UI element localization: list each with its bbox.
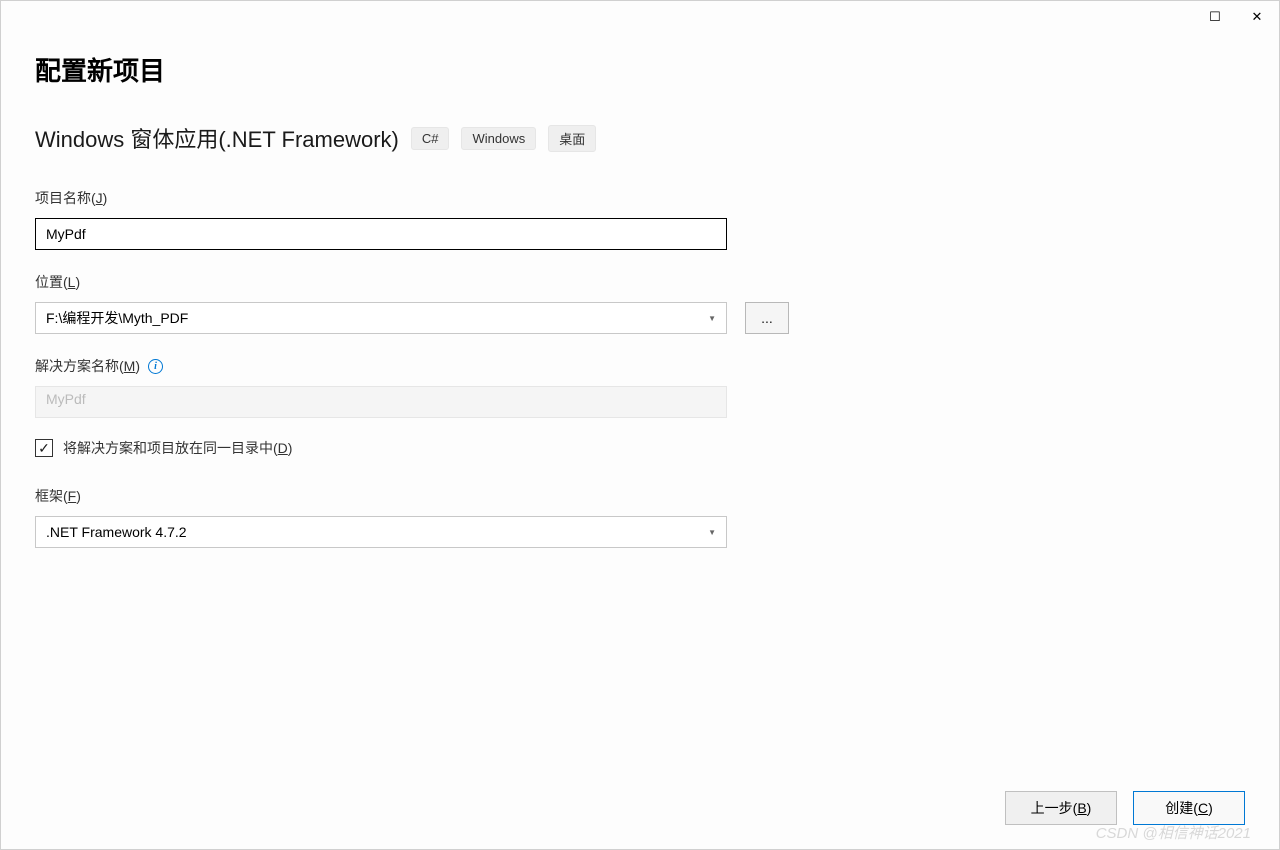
dialog-footer: 上一步(B) 创建(C) [1005, 791, 1245, 825]
framework-value: .NET Framework 4.7.2 [46, 524, 708, 540]
project-name-input[interactable] [35, 218, 727, 250]
content-area: 配置新项目 Windows 窗体应用(.NET Framework) C# Wi… [1, 33, 1279, 849]
location-group: 位置(L) F:\编程开发\Myth_PDF ▼ ... [35, 272, 1245, 334]
page-title: 配置新项目 [35, 51, 1245, 88]
project-name-label: 项目名称(J) [35, 188, 107, 208]
framework-label: 框架(F) [35, 486, 81, 506]
create-button[interactable]: 创建(C) [1133, 791, 1245, 825]
tag-windows: Windows [461, 127, 536, 150]
same-directory-label: 将解决方案和项目放在同一目录中(D) [63, 438, 292, 458]
location-combo[interactable]: F:\编程开发\Myth_PDF ▼ [35, 302, 727, 334]
chevron-down-icon: ▼ [708, 314, 716, 323]
titlebar: ☐ ✕ [1, 1, 1279, 33]
dialog-window: ☐ ✕ 配置新项目 Windows 窗体应用(.NET Framework) C… [0, 0, 1280, 850]
location-label: 位置(L) [35, 272, 80, 292]
solution-name-group: 解决方案名称(M) i MyPdf ✓ 将解决方案和项目放在同一目录中(D) [35, 356, 1245, 458]
tag-desktop: 桌面 [548, 125, 596, 152]
framework-combo[interactable]: .NET Framework 4.7.2 ▼ [35, 516, 727, 548]
browse-button[interactable]: ... [745, 302, 789, 334]
same-directory-checkbox[interactable]: ✓ [35, 439, 53, 457]
chevron-down-icon: ▼ [708, 528, 716, 537]
solution-name-input: MyPdf [35, 386, 727, 418]
project-name-group: 项目名称(J) [35, 188, 1245, 250]
same-directory-row: ✓ 将解决方案和项目放在同一目录中(D) [35, 438, 1245, 458]
info-icon[interactable]: i [148, 359, 163, 374]
back-button[interactable]: 上一步(B) [1005, 791, 1117, 825]
solution-name-label: 解决方案名称(M) [35, 356, 140, 376]
subtitle-row: Windows 窗体应用(.NET Framework) C# Windows … [35, 122, 1245, 154]
framework-group: 框架(F) .NET Framework 4.7.2 ▼ [35, 486, 1245, 548]
location-value: F:\编程开发\Myth_PDF [46, 308, 708, 328]
maximize-icon[interactable]: ☐ [1201, 3, 1229, 31]
close-icon[interactable]: ✕ [1243, 3, 1271, 31]
tag-csharp: C# [411, 127, 450, 150]
project-template-subtitle: Windows 窗体应用(.NET Framework) [35, 122, 399, 154]
